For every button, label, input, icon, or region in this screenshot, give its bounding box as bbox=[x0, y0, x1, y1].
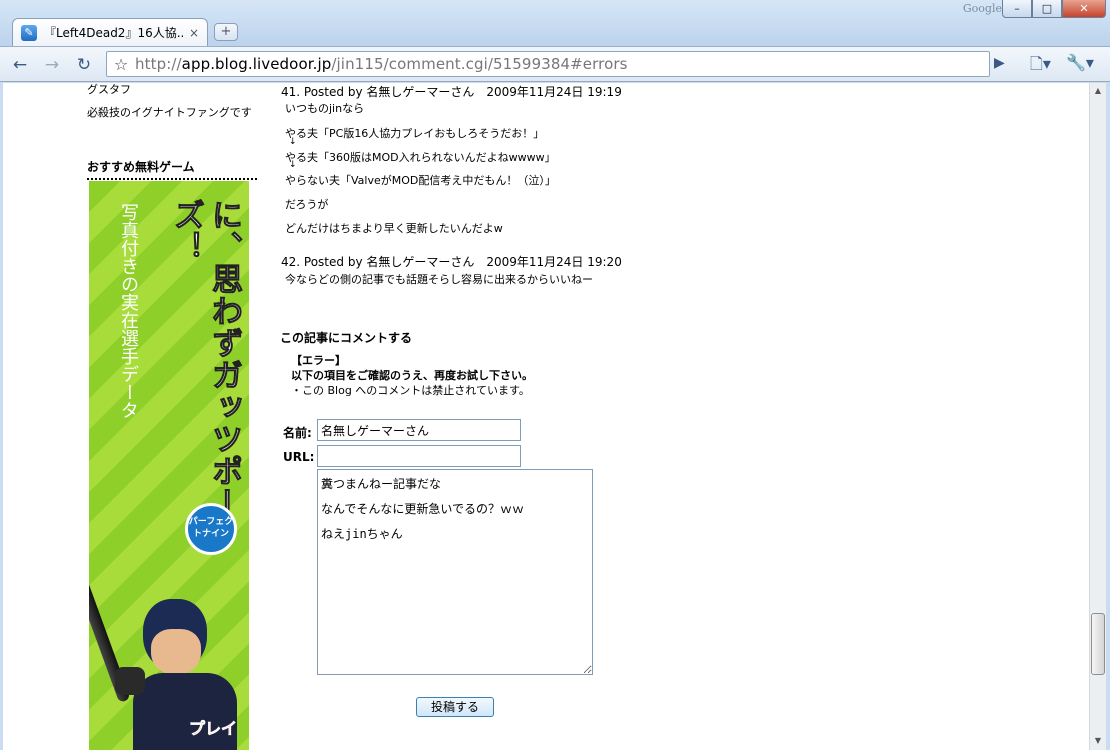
banner-headline: しょせんゲームなのに、思わずガッツポーズ！ bbox=[168, 199, 250, 520]
name-input[interactable] bbox=[317, 419, 521, 441]
close-window-button[interactable]: ✕ bbox=[1062, 0, 1106, 18]
url-input[interactable] bbox=[317, 445, 521, 467]
comment-textarea[interactable]: 糞つまんねー記事だな なんでそんなに更新急いでるの？ｗｗ ねえjinちゃん bbox=[317, 469, 593, 675]
error-heading: 【エラー】 bbox=[291, 354, 346, 367]
maximize-button[interactable]: □ bbox=[1032, 0, 1062, 18]
favicon-icon: ✎ bbox=[21, 24, 37, 41]
comment-form-title: この記事にコメントする bbox=[280, 331, 413, 345]
banner-badge: パーフェクトナイン bbox=[185, 503, 237, 555]
url-path: /jin115/comment.cgi/51599384#errors bbox=[331, 55, 628, 73]
banner-cta: プレイ bbox=[189, 719, 238, 739]
comment-line: どんだけはちまより早く更新したいんだよw bbox=[285, 222, 503, 235]
sidebar-text-line: 必殺技のイグナイトファングです bbox=[87, 106, 252, 119]
down-arrow-icon: ↓ bbox=[289, 160, 297, 170]
page-menu-icon[interactable]: 🗋▾ bbox=[1030, 53, 1051, 80]
google-brand-label: Google bbox=[962, 2, 1002, 15]
sidebar-heading: おすすめ無料ゲーム bbox=[87, 158, 257, 180]
comment-header: 42. Posted by 名無しゲーマーさん 2009年11月24日 19:2… bbox=[281, 255, 622, 269]
url-label: URL: bbox=[283, 450, 315, 464]
scroll-thumb[interactable] bbox=[1091, 613, 1105, 675]
reload-icon[interactable]: ↻ bbox=[72, 53, 96, 77]
comment-line: やる夫「PC版16人協力プレイおもしろそうだお！」 bbox=[285, 127, 545, 140]
go-arrow-icon[interactable]: ▶ bbox=[994, 55, 1005, 71]
game-ad-banner[interactable]: 写真付きの実在選手データ しょせんゲームなのに、思わずガッツポーズ！ パーフェク… bbox=[89, 181, 249, 750]
error-detail: ・この Blog へのコメントは禁止されています。 bbox=[291, 384, 530, 397]
comment-line: いつものjinなら bbox=[285, 102, 365, 115]
window-controls: – □ ✕ bbox=[1002, 0, 1106, 18]
name-label: 名前: bbox=[283, 426, 312, 440]
sidebar-text-line: グスタフ bbox=[87, 83, 131, 96]
new-tab-button[interactable]: + bbox=[214, 23, 238, 41]
url-host: app.blog.livedoor.jp bbox=[181, 55, 332, 73]
scroll-down-icon[interactable]: ▼ bbox=[1092, 735, 1104, 747]
back-arrow-icon[interactable]: ← bbox=[8, 53, 32, 77]
tab-title: 『Left4Dead2』16人協... bbox=[44, 26, 183, 40]
comment-line: やらない夫「ValveがMOD配信考え中だもん！（泣）」 bbox=[285, 174, 556, 187]
comment-header: 41. Posted by 名無しゲーマーさん 2009年11月24日 19:1… bbox=[281, 85, 622, 99]
minimize-button[interactable]: – bbox=[1002, 0, 1032, 18]
error-message: 以下の項目をご確認のうえ、再度お試し下さい。 bbox=[291, 369, 533, 382]
vertical-scrollbar[interactable]: ▲ ▼ bbox=[1089, 83, 1106, 750]
wrench-menu-icon[interactable]: 🔧▾ bbox=[1066, 53, 1094, 72]
submit-button[interactable]: 投稿する bbox=[416, 697, 494, 717]
address-bar[interactable]: ☆ http://app.blog.livedoor.jp/jin115/com… bbox=[106, 51, 990, 77]
page-viewport: グスタフ 必殺技のイグナイトファングです おすすめ無料ゲーム 写真付きの実在選手… bbox=[3, 83, 1089, 750]
player-face-icon bbox=[151, 629, 201, 675]
banner-subtext: 写真付きの実在選手データ bbox=[118, 203, 139, 419]
browser-tab[interactable]: ✎ 『Left4Dead2』16人協... × bbox=[12, 18, 208, 46]
down-arrow-icon: ↓ bbox=[289, 137, 297, 147]
player-glove-icon bbox=[115, 667, 145, 695]
forward-arrow-icon[interactable]: → bbox=[40, 53, 64, 77]
tab-close-icon[interactable]: × bbox=[189, 26, 199, 40]
comment-line: 今ならどの側の記事でも話題そらし容易に出来るからいいねー bbox=[285, 273, 593, 286]
url-scheme: http:// bbox=[135, 55, 182, 73]
window-frame-right bbox=[1106, 83, 1110, 750]
comment-line: やる夫「360版はMOD入れられないんだよねwwww」 bbox=[285, 151, 556, 164]
scroll-up-icon[interactable]: ▲ bbox=[1092, 85, 1104, 97]
browser-toolbar: ← → ↻ ☆ http://app.blog.livedoor.jp/jin1… bbox=[0, 46, 1110, 82]
url-text: http://app.blog.livedoor.jp/jin115/comme… bbox=[135, 55, 628, 73]
comment-line: だろうが bbox=[285, 198, 329, 211]
bookmark-star-icon[interactable]: ☆ bbox=[107, 55, 135, 74]
window-titlebar: Google – □ ✕ ✎ 『Left4Dead2』16人協... × + bbox=[0, 0, 1110, 46]
